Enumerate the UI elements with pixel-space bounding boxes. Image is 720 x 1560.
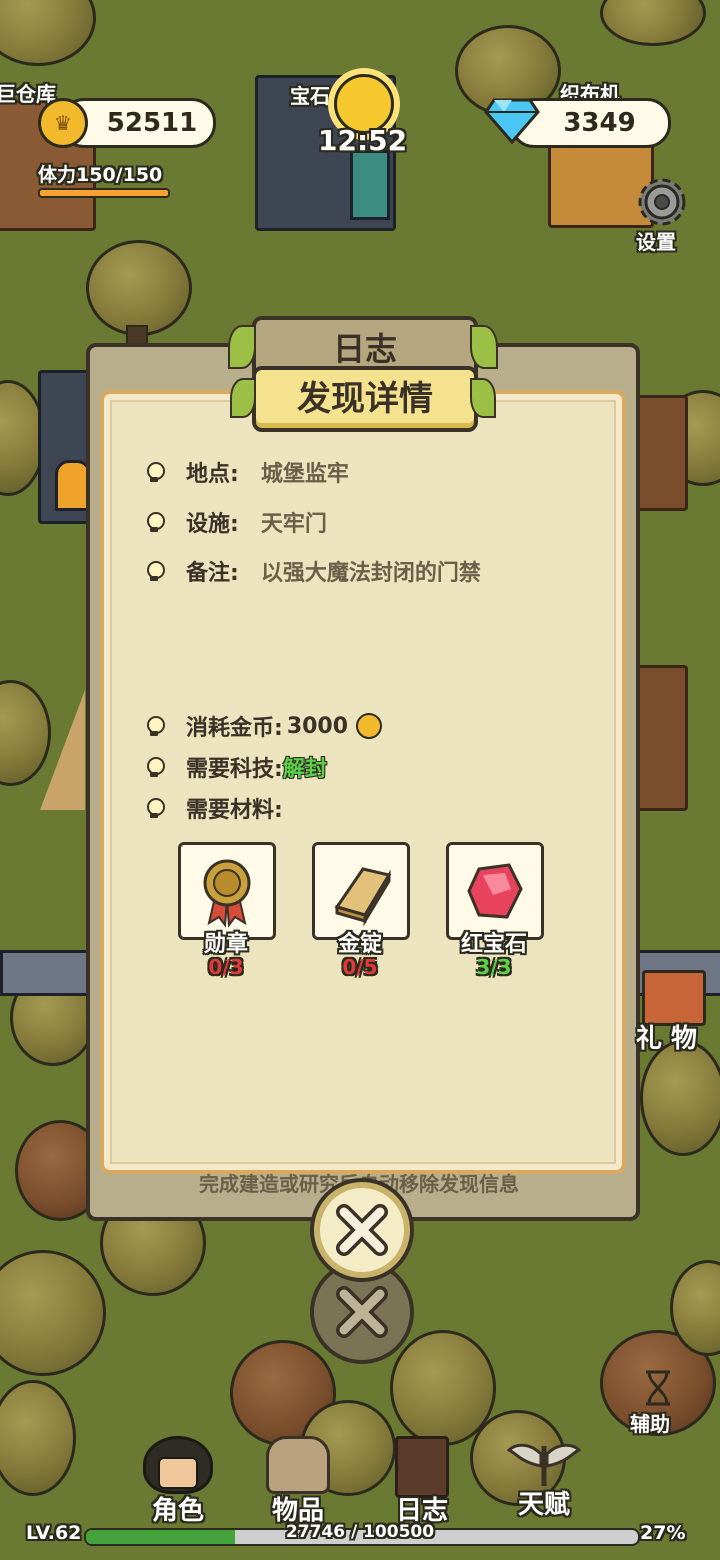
stamina-text: 体力150/150: [38, 164, 163, 186]
lightbulb-icon: [142, 755, 166, 779]
location-row: 地点: 城堡监牢: [142, 456, 349, 488]
wings-icon: [507, 1443, 581, 1486]
assist-label: 辅助: [630, 1412, 670, 1436]
tech-label: 需要科技:: [186, 757, 283, 782]
gold-ingot-icon: [334, 867, 392, 927]
ruby-icon: [467, 863, 523, 919]
cost-label: 消耗金币:: [186, 716, 283, 741]
facility-label: 设施:: [186, 512, 239, 537]
nav-character[interactable]: 角色: [128, 1436, 228, 1527]
tech-row: 需要科技: 解封: [142, 751, 327, 783]
close-icon: [336, 1204, 388, 1256]
lightbulb-icon: [142, 796, 166, 820]
materials-label: 需要材料:: [186, 798, 283, 823]
material-name: 金锭: [337, 932, 382, 957]
coin-amount: 52511: [106, 108, 198, 138]
nav-journal[interactable]: 日志: [372, 1436, 472, 1527]
facility-row: 设施: 天牢门: [142, 506, 327, 538]
note-label: 备注:: [186, 561, 239, 586]
dialog-title-text: 发现详情: [297, 379, 433, 419]
settings-label: 设置: [636, 230, 676, 254]
note-value: 以强大魔法封闭的门禁: [260, 561, 481, 586]
tree: [0, 0, 96, 66]
character-icon: [143, 1436, 213, 1494]
leaf-decoration: [228, 325, 256, 369]
lightbulb-icon: [142, 714, 166, 738]
note-row: 备注: 以强大魔法封闭的门禁: [142, 555, 481, 587]
material-count: 0/3: [208, 955, 244, 979]
gem-workshop-pillar: [350, 150, 390, 220]
material-count: 3/3: [476, 955, 512, 979]
tree: [86, 240, 192, 336]
leaf-decoration: [470, 325, 498, 369]
diamond-amount: 3349: [563, 108, 636, 138]
location-label: 地点:: [186, 462, 239, 487]
settings-button[interactable]: 设置: [628, 170, 700, 256]
stone-wall: [0, 950, 96, 996]
tree: [0, 1250, 106, 1376]
journal-icon: [395, 1436, 449, 1498]
nav-items[interactable]: 物品: [248, 1436, 348, 1527]
tree: [0, 1380, 76, 1496]
stamina-bar: [38, 188, 170, 198]
material-count: 0/5: [342, 955, 378, 979]
tab-journal-label: 日志: [332, 330, 397, 368]
medal-icon: [203, 859, 251, 928]
tree: [600, 0, 706, 46]
tech-value[interactable]: 解封: [283, 751, 327, 783]
gift-button[interactable]: 礼 物: [632, 962, 712, 1057]
close-icon: [336, 1286, 388, 1338]
coin-icon: [356, 713, 383, 739]
leaf-decoration: [470, 378, 496, 418]
xp-text: 27746 / 100500: [285, 1522, 435, 1542]
lightbulb-icon: [142, 559, 166, 583]
lightbulb-icon: [142, 510, 166, 534]
weapon-rack-building[interactable]: [632, 665, 688, 811]
leaf-decoration: [230, 378, 256, 418]
coin-icon: ♛: [38, 98, 88, 148]
dialog-title: 发现详情: [252, 366, 478, 432]
lightbulb-icon: [142, 460, 166, 484]
assist-button[interactable]: 辅助: [628, 1368, 688, 1440]
material-name: 红宝石: [460, 932, 527, 957]
gift-label: 礼 物: [636, 1024, 698, 1054]
backpack-icon: [266, 1436, 330, 1494]
tree: [640, 1040, 720, 1156]
gem-workshop-label: 宝石: [290, 84, 330, 108]
cost-row: 消耗金币: 3000: [142, 710, 383, 742]
material-name: 勋章: [203, 932, 248, 957]
location-value: 城堡监牢: [260, 462, 349, 487]
close-button[interactable]: [310, 1178, 414, 1282]
gear-icon: [638, 178, 686, 226]
nav-talent[interactable]: 天赋: [494, 1436, 594, 1521]
materials-row: 需要材料:: [142, 792, 283, 824]
nav-talent-label: 天赋: [517, 1490, 570, 1520]
diamond-icon: [484, 96, 540, 145]
cost-value: 3000: [286, 713, 349, 739]
tent: [40, 690, 85, 810]
hourglass-icon: [646, 1370, 670, 1406]
lumber-building[interactable]: [632, 395, 688, 511]
xp-percent: 27%: [640, 1522, 686, 1544]
facility-value: 天牢门: [260, 512, 327, 537]
clock-time: 12:52: [318, 124, 408, 157]
